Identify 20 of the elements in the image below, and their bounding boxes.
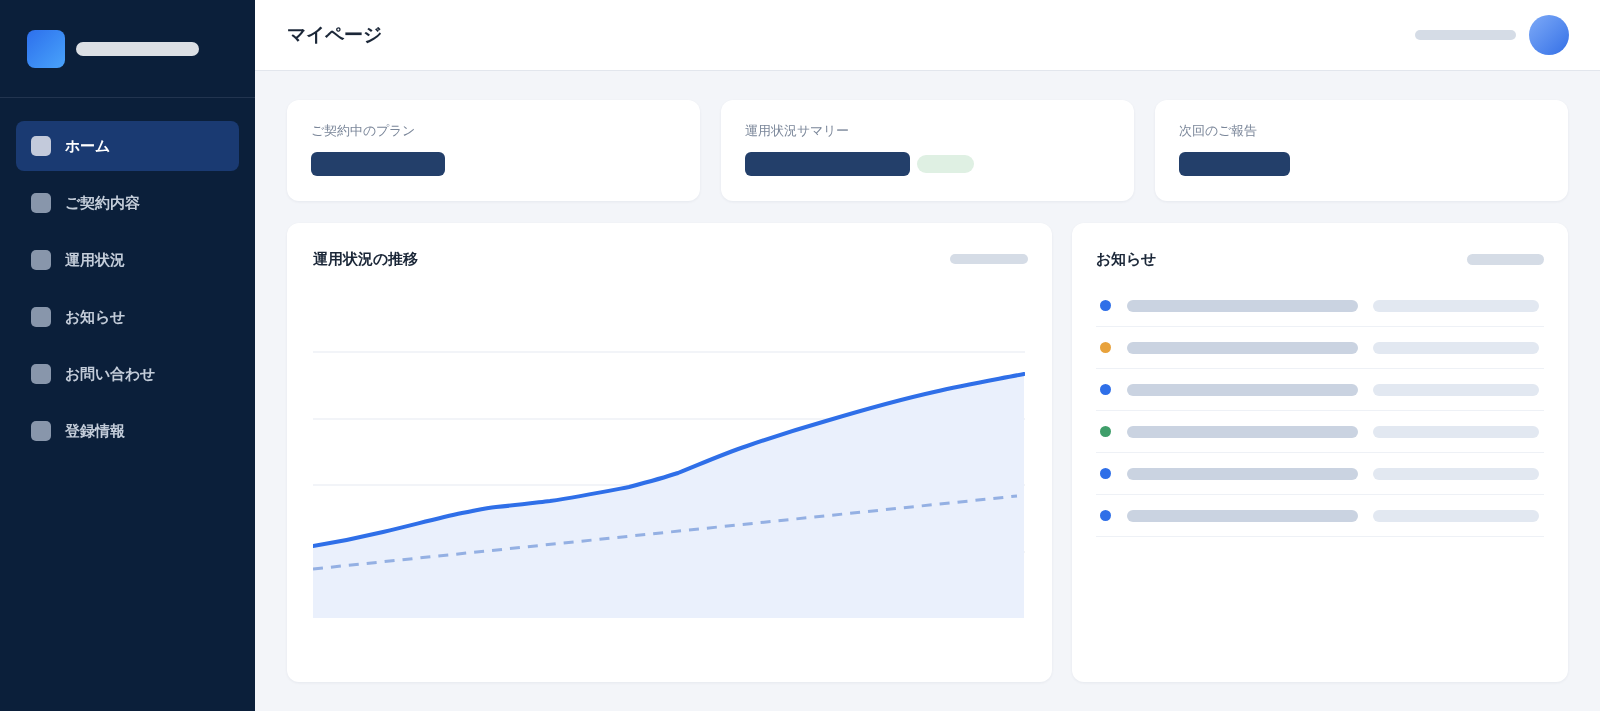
square-icon — [31, 421, 51, 441]
card-label: ご契約中のプラン — [311, 122, 415, 140]
user-avatar[interactable] — [1529, 15, 1569, 55]
card-label: 次回のご報告 — [1179, 122, 1257, 140]
page-title: マイページ — [287, 22, 382, 47]
sidebar-item[interactable]: ご契約内容 — [16, 178, 239, 228]
square-icon — [31, 193, 51, 213]
panel-title: 運用状況の推移 — [313, 249, 418, 269]
sidebar-item[interactable]: お問い合わせ — [16, 349, 239, 399]
card-label: 運用状況サマリー — [745, 122, 849, 140]
logo-icon — [27, 29, 65, 68]
square-icon — [31, 307, 51, 327]
square-icon — [31, 250, 51, 270]
square-icon — [31, 136, 51, 156]
sidebar-item[interactable]: 運用状況 — [16, 235, 239, 285]
sidebar-item[interactable]: お知らせ — [16, 292, 239, 342]
square-icon — [31, 364, 51, 384]
sidebar-item[interactable]: 登録情報 — [16, 406, 239, 456]
sidebar-item[interactable]: ホーム — [16, 121, 239, 171]
panel-title: お知らせ — [1096, 249, 1156, 269]
